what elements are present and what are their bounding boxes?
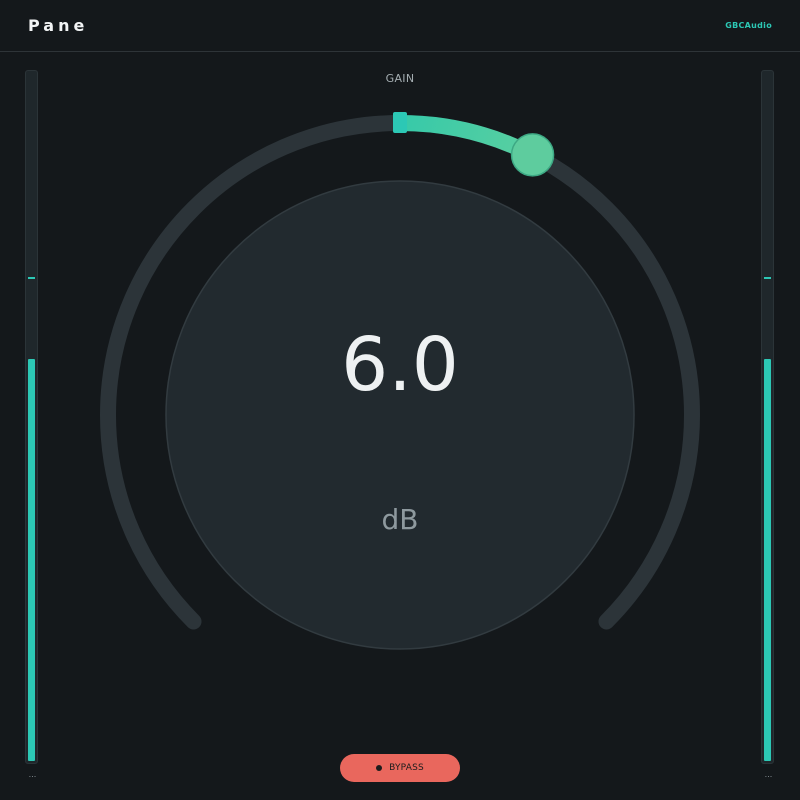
bypass-label: BYPASS (389, 763, 424, 773)
gain-unit-label: dB (381, 503, 419, 536)
knob-face[interactable] (165, 180, 635, 650)
bypass-button[interactable]: BYPASS (340, 754, 460, 782)
knob-center-marker (393, 112, 407, 133)
plugin-window: Pane GBCAudio ... ... GAIN 6.0 dB BYPASS (0, 0, 800, 800)
bypass-indicator-icon (376, 765, 383, 771)
knob-handle[interactable] (510, 133, 555, 177)
gain-value-readout: 6.0 (341, 322, 459, 408)
